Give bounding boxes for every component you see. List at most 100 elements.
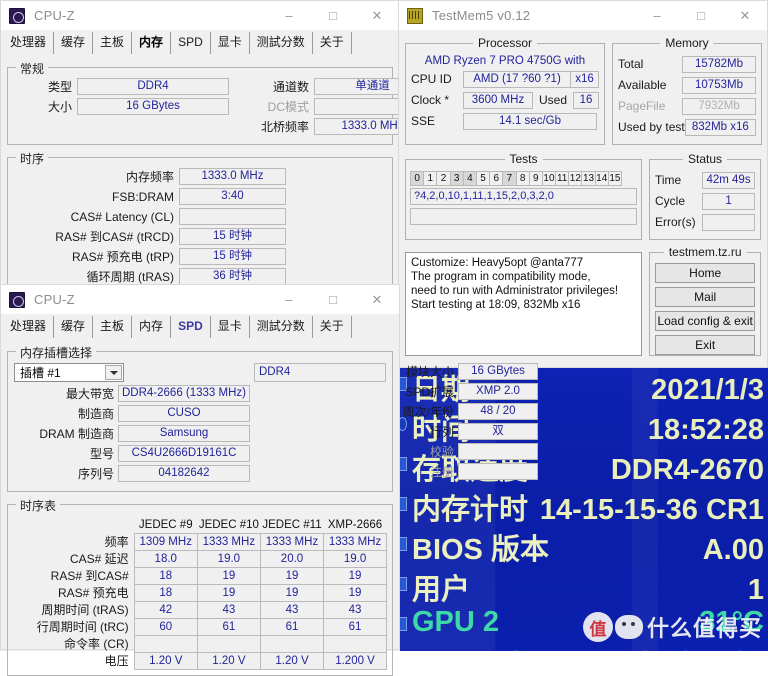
timing-corner <box>13 517 134 533</box>
timing-col-header: JEDEC #11 <box>262 518 322 531</box>
bios-line: 用户 1 <box>398 566 768 606</box>
test-cell-2: 2 <box>436 171 451 186</box>
minimize-button[interactable]: – <box>267 1 311 30</box>
timing-cell: 19.0 <box>196 549 261 568</box>
timing-row: 频率 1309 MHz 1333 MHz 1333 MHz 1333 MHz <box>13 532 387 551</box>
field-value: 15 时钟 <box>179 248 286 265</box>
field-value: 3:40 <box>179 188 286 205</box>
cpuz-spd-tabbar[interactable]: 处理器 缓存 主板 内存 SPD 显卡 测試分数 关于 <box>0 314 400 338</box>
status-row: Error(s) <box>655 213 755 231</box>
mail-button[interactable]: Mail <box>655 287 755 307</box>
tab-主板[interactable]: 主板 <box>93 32 133 54</box>
timing-cell: 1309 MHz <box>133 532 198 551</box>
tab-缓存[interactable]: 缓存 <box>54 32 94 54</box>
timing-row: 命令率 (CR) <box>13 634 387 653</box>
general-left-column: 类型 DDR4 大小 16 GBytes <box>14 78 229 138</box>
window-controls[interactable]: – □ ✕ <box>635 1 767 30</box>
status-row: Cycle 1 <box>655 192 755 210</box>
timing-row: 行周期时间 (tRC) 60 61 61 61 <box>13 617 387 636</box>
bios-value: A.00 <box>702 534 764 566</box>
home-button[interactable]: Home <box>655 263 755 283</box>
cpuz-spd-client: 内存插槽选择 插槽 #1 最大带宽 DDR4-2666 (1333 MHz) 制造商… <box>0 338 538 676</box>
field-label: FSB:DRAM <box>111 189 174 204</box>
cpuz-spd-titlebar[interactable]: CPU-Z – □ ✕ <box>0 284 400 314</box>
bios-value: 31°C <box>699 606 764 638</box>
field-row: 注册 <box>392 463 538 480</box>
tab-处理器[interactable]: 处理器 <box>3 316 55 338</box>
field-value: 04182642 <box>118 465 250 482</box>
field-value: DDR4 <box>77 78 229 95</box>
field-value: 15 时钟 <box>179 228 286 245</box>
close-button[interactable]: ✕ <box>723 1 767 30</box>
slot-select-value: 插槽 #1 <box>20 366 61 380</box>
window-controls[interactable]: – □ ✕ <box>267 285 399 314</box>
bios-value: DDR4-2670 <box>610 454 764 486</box>
field-row: 模块大小 16 GBytes <box>392 363 538 380</box>
timing-cell: 1333 MHz <box>259 532 325 551</box>
timing-cell: 19 <box>196 566 261 585</box>
timing-cell: 18.0 <box>133 549 198 568</box>
maximize-button[interactable]: □ <box>679 1 723 30</box>
tab-显卡[interactable]: 显卡 <box>211 316 250 338</box>
timing-cell: 20.0 <box>259 549 325 568</box>
bios-value: 2021/1/3 <box>651 374 764 406</box>
minimize-button[interactable]: – <box>635 1 679 30</box>
timing-cell: 19 <box>196 583 261 602</box>
timing-cell: 61 <box>259 617 325 636</box>
tab-SPD[interactable]: SPD <box>171 316 211 338</box>
link-buttons[interactable]: Home Mail Load config & exit Exit <box>650 253 760 364</box>
tab-测試分数[interactable]: 测試分数 <box>250 316 313 338</box>
tab-测試分数[interactable]: 测試分数 <box>250 32 313 54</box>
tab-SPD[interactable]: SPD <box>171 32 211 54</box>
maximize-button[interactable]: □ <box>311 1 355 30</box>
testmem5-window[interactable]: TestMem5 v0.12 – □ ✕ Processor AMD Ryzen… <box>398 0 768 368</box>
test-cell-10: 10 <box>541 171 557 186</box>
tab-显卡[interactable]: 显卡 <box>211 32 250 54</box>
timing-row-label: CAS# 延迟 <box>70 552 129 566</box>
field-label: 循环周期 (tRAS) <box>86 270 174 284</box>
slot-select-dropdown[interactable]: 插槽 #1 <box>14 363 124 382</box>
ram-stick-icon <box>407 7 423 24</box>
tab-关于[interactable]: 关于 <box>313 32 352 54</box>
timing-cell: 43 <box>259 600 325 619</box>
timing-row: RAS# 到CAS# 18 19 19 19 <box>13 566 387 585</box>
timing-cell <box>196 634 261 653</box>
cpuz-spd-window[interactable]: CPU-Z – □ ✕ 处理器 缓存 主板 内存 SPD 显卡 测試分数 关于 内存插槽选择 … <box>0 284 538 676</box>
exit-button[interactable]: Exit <box>655 335 755 355</box>
timing-cell: 1.20 V <box>133 651 198 670</box>
minimize-button[interactable]: – <box>267 285 311 314</box>
slot-select-group: 内存插槽选择 插槽 #1 最大带宽 DDR4-2666 (1333 MHz) 制造商… <box>7 344 538 492</box>
testmem5-titlebar[interactable]: TestMem5 v0.12 – □ ✕ <box>398 0 768 30</box>
timing-cell: 42 <box>133 600 198 619</box>
memory-rows: Total 15782Mb Available 10753Mb PageFile 7932… <box>613 44 761 144</box>
field-value: CS4U2666D19161C <box>118 445 250 462</box>
tab-主板[interactable]: 主板 <box>93 316 133 338</box>
timing-row-label: 周期时间 (tRAS) <box>41 603 129 617</box>
timing-cell: 18 <box>133 583 198 602</box>
chevron-down-icon[interactable] <box>105 365 122 380</box>
test-cell-5: 5 <box>475 171 491 186</box>
memory-row: Total 15782Mb <box>618 55 756 73</box>
field-value: 36 时钟 <box>179 268 286 285</box>
cpuz-memory-tabbar[interactable]: 处理器 缓存 主板 内存 SPD 显卡 测試分数 关于 <box>0 30 400 54</box>
field-row: 类型 DDR4 <box>14 78 229 95</box>
tab-内存[interactable]: 内存 <box>132 316 172 338</box>
cpuz-memory-window[interactable]: CPU-Z – □ ✕ 处理器 缓存 主板 内存 SPD 显卡 测試分数 关于 常规 类型 DD… <box>0 0 431 335</box>
load-config-exit-button[interactable]: Load config & exit <box>655 311 755 331</box>
status-label: Cycle <box>655 194 686 208</box>
test-cells: 0 1 2 3 4 5 6 7 8 9 10 11 12 13 14 15 <box>410 171 637 186</box>
tab-关于[interactable]: 关于 <box>313 316 352 338</box>
close-button[interactable]: ✕ <box>355 285 399 314</box>
tests-group: Tests 0 1 2 3 4 5 6 7 8 9 10 11 12 13 14 15 ?4,2,0,10,1… <box>405 152 642 240</box>
status-value <box>702 213 755 231</box>
log-output: Customize: Heavy5opt @anta777 The progra… <box>405 252 643 356</box>
spd-right-rows: 模块大小 16 GBytes SPD扩展 XMP 2.0 周次/年份 48 / 20 行列双… <box>392 363 538 485</box>
tab-处理器[interactable]: 处理器 <box>3 32 55 54</box>
window-controls[interactable]: – □ ✕ <box>267 1 399 30</box>
maximize-button[interactable]: □ <box>311 285 355 314</box>
cpuz-memory-titlebar[interactable]: CPU-Z – □ ✕ <box>0 0 400 30</box>
tab-内存[interactable]: 内存 <box>132 32 172 54</box>
close-button[interactable]: ✕ <box>355 1 399 30</box>
tab-缓存[interactable]: 缓存 <box>54 316 94 338</box>
test-cell-15: 15 <box>607 171 622 186</box>
